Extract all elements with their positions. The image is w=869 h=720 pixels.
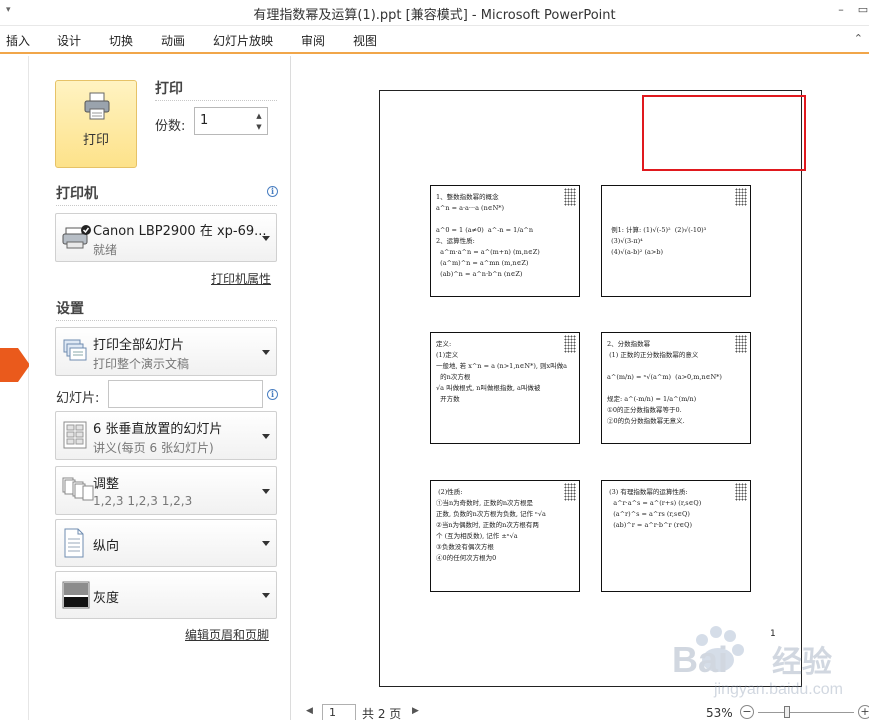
zoom-out-button[interactable]: − [740,705,754,719]
divider [56,320,277,321]
edit-header-footer-link[interactable]: 编辑页眉和页脚 [185,626,269,643]
svg-text:Bai: Bai [672,639,728,680]
preview-navigation: ◀ 1 共 2 页 ▶ 53% − + [292,704,869,720]
dot-pattern [564,483,576,501]
slide-text: 例1: 计算: (1)√(-5)² (2)√(-10)³ (3)√(3-π)⁴ … [611,226,707,256]
chevron-down-icon [262,541,270,546]
color-title: 灰度 [93,591,120,606]
slide-thumbnail: (2)性质: ①当n为奇数时, 正数的n次方根是 正数, 负数的n次方根为负数,… [430,480,580,592]
tab-design[interactable]: 设计 [57,32,81,49]
print-range-title: 打印全部幻灯片 [93,338,185,353]
collate-subtitle: 1,2,3 1,2,3 1,2,3 [93,494,193,508]
slide-text: 定义: (1)定义 一般地, 若 x^n = a (n>1,n∈N*), 则x叫… [436,340,568,403]
print-button-label: 打印 [82,133,109,148]
slide-text: 2、分数指数幂 (1) 正数的正分数指数幂的意义 a^(m/n) = ⁿ√(a^… [607,340,722,425]
print-range-subtitle: 打印整个演示文稿 [93,357,190,371]
chevron-down-icon [262,593,270,598]
orientation-select[interactable]: 纵向 [55,519,277,567]
orientation-title: 纵向 [93,539,120,554]
copies-value: 1 [200,113,209,128]
layout-select[interactable]: 6 张垂直放置的幻灯片 讲义(每页 6 张幻灯片) [55,411,277,460]
tab-slideshow[interactable]: 幻灯片放映 [213,32,273,49]
dot-pattern [735,188,747,206]
printer-select[interactable]: Canon LBP2900 在 xp-69... 就绪 [55,213,277,262]
active-section-marker-icon [0,348,30,382]
ribbon-collapse-icon[interactable]: ⌃ [854,32,863,45]
zoom-in-button[interactable]: + [858,705,869,719]
slide-thumbnail: (3) 有理指数幂的运算性质: a^r·a^s = a^(r+s) (r,s∈Q… [601,480,751,592]
svg-text:jingyan.baidu.com: jingyan.baidu.com [713,681,843,698]
dot-pattern [564,335,576,353]
layout-title: 6 张垂直放置的幻灯片 [93,422,223,437]
collate-icon [62,477,94,501]
chevron-down-icon [262,236,270,241]
next-page-icon[interactable]: ▶ [412,706,419,716]
handout-layout-icon [63,421,87,449]
zoom-slider-track[interactable] [758,712,854,713]
zoom-slider-thumb[interactable] [784,706,790,718]
color-select[interactable]: 灰度 [55,571,277,619]
slide-thumbnail: 1、整数指数幂的概念 a^n = a·a···a (n∈N*) a^0 = 1 … [430,185,580,297]
chevron-down-icon [262,434,270,439]
slide-thumbnail: 例1: 计算: (1)√(-5)² (2)√(-10)³ (3)√(3-π)⁴ … [601,185,751,297]
print-range-select[interactable]: 打印全部幻灯片 打印整个演示文稿 [55,327,277,376]
print-settings-panel: 打印 打印 份数: 1 ▲ ▼ 打印机 i Canon LBP2900 在 xp… [29,56,291,720]
printer-section-title: 打印机 [56,186,98,202]
slide-text: (3) 有理指数幂的运算性质: a^r·a^s = a^(r+s) (r,s∈Q… [609,488,702,529]
printer-device-icon [62,225,91,249]
dot-pattern [735,335,747,353]
dot-pattern [564,188,576,206]
tab-view[interactable]: 视图 [353,32,377,49]
slide-thumbnail: 2、分数指数幂 (1) 正数的正分数指数幂的意义 a^(m/n) = ⁿ√(a^… [601,332,751,444]
backstage-nav-strip [0,56,30,720]
slides-input[interactable] [108,380,263,408]
baidu-jingyan-watermark-logo: Bai 经验 jingyan.baidu.com [672,626,843,698]
printer-status: 就绪 [93,243,118,257]
grayscale-icon [62,581,90,609]
copies-label: 份数: [155,119,186,134]
layout-subtitle: 讲义(每页 6 张幻灯片) [93,441,214,455]
print-button[interactable]: 打印 [55,80,137,168]
slide-text: 1、整数指数幂的概念 a^n = a·a···a (n∈N*) a^0 = 1 … [436,193,540,278]
svg-text:经验: 经验 [772,645,832,680]
copies-stepper[interactable]: 1 ▲ ▼ [194,107,268,135]
previous-page-icon[interactable]: ◀ [306,706,313,716]
collate-title: 调整 [93,477,120,492]
title-bar: ▾ 有理指数幂及运算(1).ppt [兼容模式] - Microsoft Pow… [0,0,869,26]
tab-insert[interactable]: 插入 [6,32,30,49]
minimize-button[interactable]: – [834,3,848,17]
printer-name: Canon LBP2900 在 xp-69... [93,224,267,239]
settings-section-title: 设置 [56,301,84,317]
tab-animations[interactable]: 动画 [161,32,185,49]
print-section-title: 打印 [155,81,183,97]
slides-label: 幻灯片: [56,391,100,406]
ribbon-tabs: 插入 设计 切换 动画 幻灯片放映 审阅 视图 ⌃ [0,26,869,54]
zoom-level[interactable]: 53% [706,706,733,720]
divider [155,100,277,101]
decrement-icon[interactable]: ▼ [254,122,264,132]
chevron-down-icon [262,350,270,355]
slide-text: (2)性质: ①当n为奇数时, 正数的n次方根是 正数, 负数的n次方根为负数,… [436,488,546,562]
total-pages: 共 2 页 [362,707,402,720]
portrait-page-icon [64,528,84,558]
increment-icon[interactable]: ▲ [254,111,264,121]
highlight-box [642,95,806,171]
divider [56,205,277,206]
restore-button[interactable]: ▭ [856,3,869,17]
window-title: 有理指数幂及运算(1).ppt [兼容模式] - Microsoft Power… [253,8,616,23]
tab-review[interactable]: 审阅 [301,32,325,49]
printer-info-icon[interactable]: i [267,186,278,197]
slides-info-icon[interactable]: i [267,389,278,400]
dot-pattern [735,483,747,501]
slide-thumbnail: 定义: (1)定义 一般地, 若 x^n = a (n>1,n∈N*), 则x叫… [430,332,580,444]
chevron-down-icon [262,489,270,494]
current-page-input[interactable]: 1 [322,704,356,720]
printer-icon [84,92,110,120]
collate-select[interactable]: 调整 1,2,3 1,2,3 1,2,3 [55,466,277,515]
printer-properties-link[interactable]: 打印机属性 [211,270,271,287]
slides-stack-icon [63,339,87,361]
preview-page: 1、整数指数幂的概念 a^n = a·a···a (n∈N*) a^0 = 1 … [379,90,806,687]
tab-transitions[interactable]: 切换 [109,32,133,49]
